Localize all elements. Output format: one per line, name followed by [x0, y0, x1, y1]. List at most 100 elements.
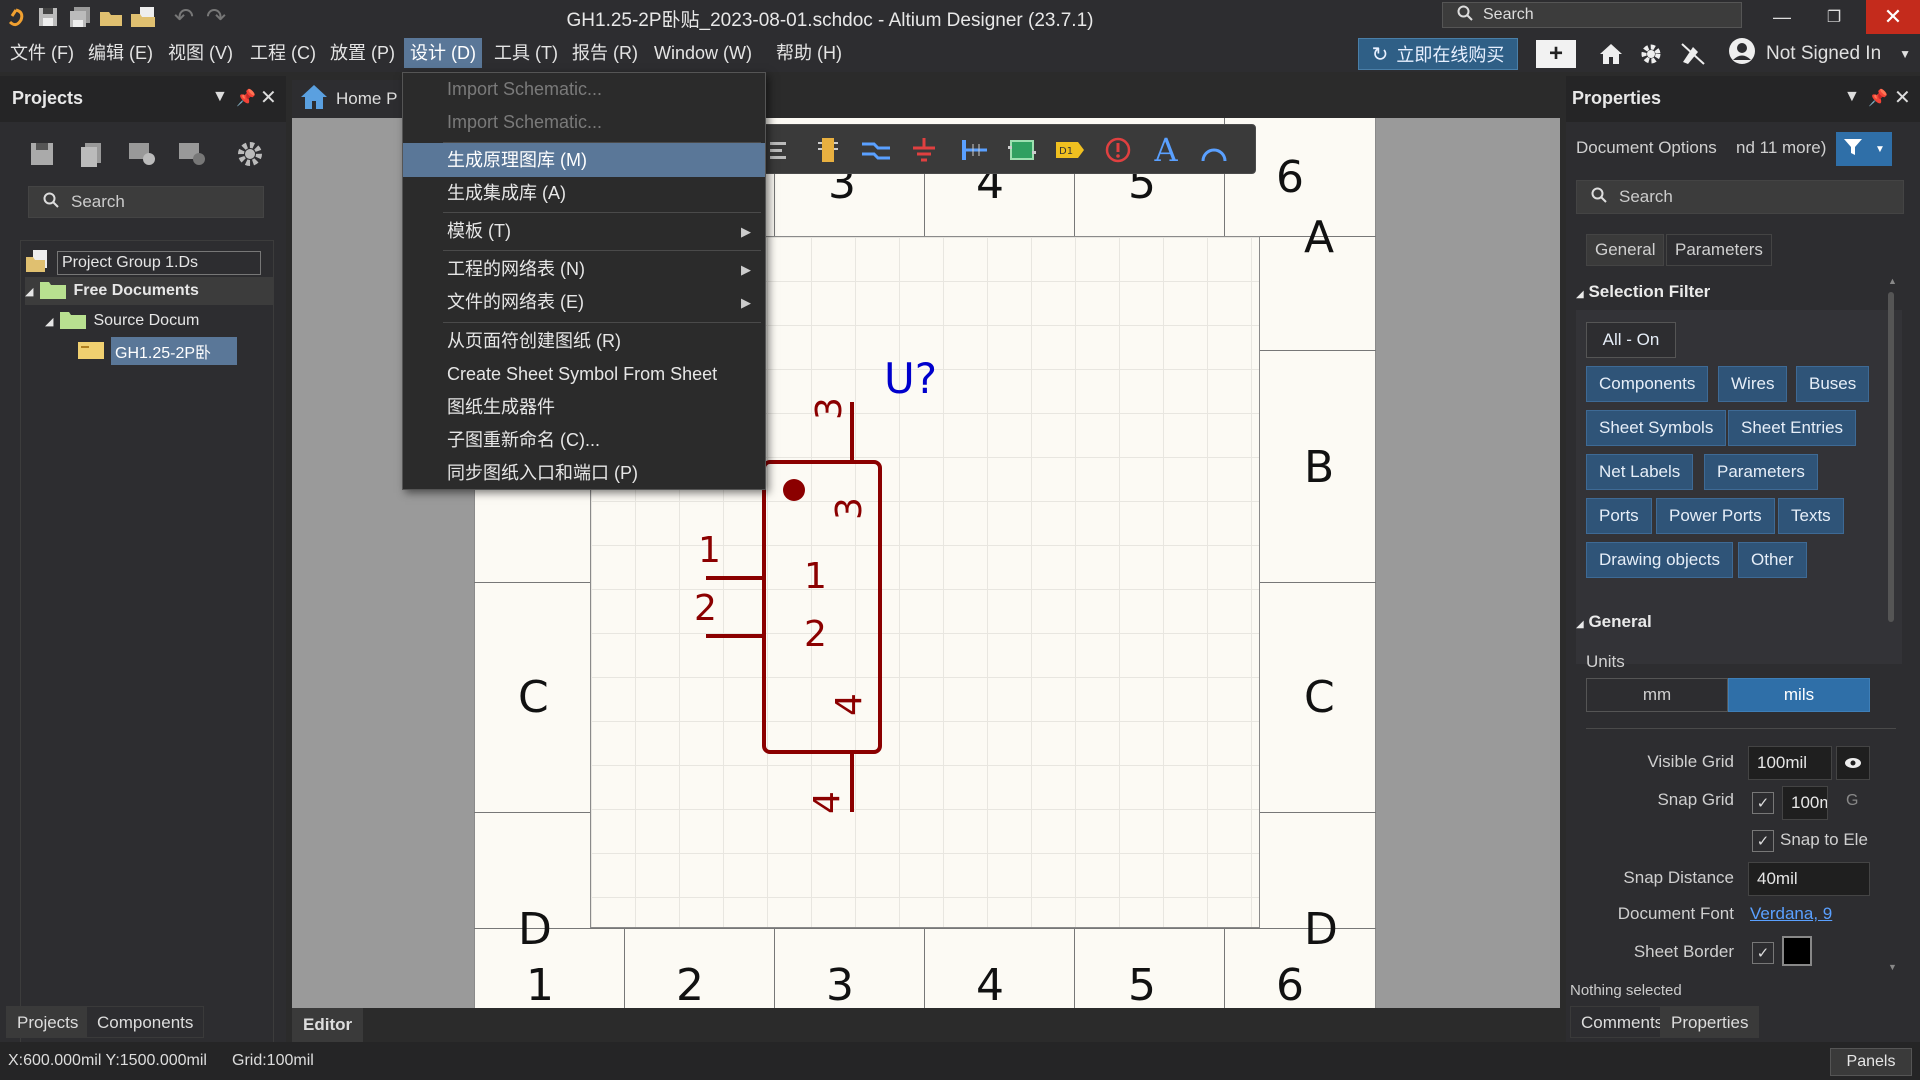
sheet-symbol-icon[interactable]: [1005, 133, 1039, 167]
save-project-icon[interactable]: [24, 136, 60, 172]
projects-search-input[interactable]: Search: [28, 186, 264, 218]
menu-reports[interactable]: 报告 (R): [566, 38, 644, 68]
redo-icon[interactable]: ↷: [200, 2, 232, 32]
filter-net-labels-button[interactable]: Net Labels: [1586, 454, 1694, 490]
close-panel-icon[interactable]: ✕: [260, 85, 277, 110]
filter-parameters-button[interactable]: Parameters: [1704, 454, 1818, 490]
global-search-input[interactable]: Search: [1442, 2, 1742, 28]
visible-grid-input[interactable]: 100mil: [1748, 746, 1832, 780]
buy-online-button[interactable]: ↻ 立即在线购买: [1358, 38, 1518, 70]
filter-texts-button[interactable]: Texts: [1778, 498, 1844, 534]
document-font-link[interactable]: Verdana, 9: [1750, 904, 1832, 924]
align-icon[interactable]: [761, 133, 795, 167]
menu-make-integrated-library[interactable]: 生成集成库 (A): [403, 177, 765, 210]
menu-make-schematic-library[interactable]: 生成原理图库 (M): [403, 143, 765, 177]
restore-button[interactable]: ❐: [1808, 0, 1860, 34]
tab-properties[interactable]: Properties: [1660, 1006, 1760, 1038]
eye-icon[interactable]: [1836, 746, 1870, 780]
compile-icon[interactable]: [74, 136, 110, 172]
menu-edit[interactable]: 编辑 (E): [82, 38, 159, 68]
close-window-button[interactable]: ✕: [1866, 0, 1920, 34]
menu-document-netlist[interactable]: 文件的网络表 (E) ▶: [403, 286, 765, 319]
menu-project-netlist[interactable]: 工程的网络表 (N) ▶: [403, 253, 765, 286]
minimize-button[interactable]: —: [1756, 0, 1808, 34]
filter-all-on-button[interactable]: All - On: [1586, 322, 1676, 358]
port-icon[interactable]: D1: [1053, 133, 1087, 167]
tab-comments[interactable]: Comments: [1570, 1006, 1675, 1038]
tab-general[interactable]: General: [1586, 234, 1665, 266]
menu-sync-sheet-entries[interactable]: 同步图纸入口和端口 (P): [403, 457, 765, 490]
general-section-header[interactable]: ◢ General: [1576, 612, 1652, 632]
settings-gear-icon[interactable]: [232, 136, 268, 172]
tree-free-documents[interactable]: ◢ Free Documents: [25, 277, 273, 305]
menu-file[interactable]: 文件 (F): [4, 38, 80, 68]
menu-create-symbol-from-sheet[interactable]: Create Sheet Symbol From Sheet: [403, 358, 765, 391]
panel-menu-icon[interactable]: ▼: [1844, 88, 1860, 106]
save-icon[interactable]: [32, 2, 64, 32]
menu-create-sheet-from-symbol[interactable]: 从页面符创建图纸 (R): [403, 325, 765, 358]
menu-view[interactable]: 视图 (V): [162, 38, 239, 68]
filter-wires-button[interactable]: Wires: [1718, 366, 1788, 402]
home-icon[interactable]: [1594, 40, 1628, 68]
menu-help[interactable]: 帮助 (H): [770, 38, 848, 68]
extensions-icon[interactable]: [1676, 40, 1710, 68]
menu-window[interactable]: Window (W): [648, 38, 758, 68]
add-icon[interactable]: +: [1536, 40, 1576, 68]
filter-power-ports-button[interactable]: Power Ports: [1656, 498, 1775, 534]
menu-place[interactable]: 放置 (P): [324, 38, 401, 68]
pin-icon[interactable]: 📌: [1868, 88, 1888, 108]
directive-icon[interactable]: [1101, 133, 1135, 167]
tree-schdoc-file[interactable]: GH1.25-2P卧: [77, 337, 267, 365]
tab-editor[interactable]: Editor: [292, 1008, 364, 1042]
place-part-icon[interactable]: [811, 133, 845, 167]
menu-design[interactable]: 设计 (D): [404, 38, 482, 68]
tab-projects[interactable]: Projects: [6, 1006, 90, 1038]
close-panel-icon[interactable]: ✕: [1894, 85, 1911, 110]
project-history-icon[interactable]: [174, 136, 210, 172]
filter-buses-button[interactable]: Buses: [1796, 366, 1870, 402]
snap-grid-input[interactable]: 100m: [1782, 786, 1828, 820]
arc-icon[interactable]: [1197, 133, 1231, 167]
component-designator[interactable]: U?: [884, 354, 937, 403]
project-options-icon[interactable]: [124, 136, 160, 172]
pin-icon[interactable]: 📌: [236, 88, 256, 108]
menu-tools[interactable]: 工具 (T): [488, 38, 564, 68]
sheet-border-color-swatch[interactable]: [1782, 936, 1812, 966]
open-project-icon[interactable]: [128, 2, 160, 32]
tree-source-documents[interactable]: ◢ Source Docum: [45, 307, 199, 335]
power-port-icon[interactable]: [907, 133, 941, 167]
tab-components[interactable]: Components: [86, 1006, 205, 1038]
panels-button[interactable]: Panels: [1830, 1048, 1912, 1076]
properties-scrollbar[interactable]: ▲ ▼: [1886, 276, 1897, 976]
filter-sheet-entries-button[interactable]: Sheet Entries: [1728, 410, 1857, 446]
account-button[interactable]: Not Signed In ▼: [1728, 38, 1911, 68]
home-page-tab[interactable]: Home P: [292, 80, 402, 118]
gear-icon[interactable]: [1634, 40, 1668, 68]
place-wire-icon[interactable]: [859, 133, 893, 167]
filter-button[interactable]: ▼: [1836, 132, 1892, 166]
snap-distance-input[interactable]: 40mil: [1748, 862, 1870, 896]
text-string-icon[interactable]: A: [1149, 131, 1183, 169]
menu-sheet-to-component[interactable]: 图纸生成器件: [403, 391, 765, 424]
snap-grid-checkbox[interactable]: ✓: [1752, 792, 1774, 814]
harness-icon[interactable]: [957, 133, 991, 167]
sheet-border-checkbox[interactable]: ✓: [1752, 942, 1774, 964]
save-all-icon[interactable]: [64, 2, 96, 32]
panel-menu-icon[interactable]: ▼: [212, 88, 228, 106]
units-mils-button[interactable]: mils: [1728, 678, 1870, 712]
filter-ports-button[interactable]: Ports: [1586, 498, 1652, 534]
open-folder-icon[interactable]: [96, 2, 128, 32]
properties-search-input[interactable]: Search: [1576, 180, 1904, 214]
tab-parameters[interactable]: Parameters: [1666, 234, 1772, 266]
snap-to-electrical-checkbox[interactable]: ✓: [1752, 830, 1774, 852]
filter-sheet-symbols-button[interactable]: Sheet Symbols: [1586, 410, 1727, 446]
filter-drawing-objects-button[interactable]: Drawing objects: [1586, 542, 1733, 578]
selection-filter-header[interactable]: ◢ Selection Filter: [1576, 282, 1710, 302]
filter-components-button[interactable]: Components: [1586, 366, 1709, 402]
units-mm-button[interactable]: mm: [1586, 678, 1728, 712]
menu-templates[interactable]: 模板 (T) ▶: [403, 215, 765, 248]
tree-project-group[interactable]: Project Group 1.Ds: [25, 249, 265, 277]
undo-icon[interactable]: ↶: [168, 2, 200, 32]
menu-project[interactable]: 工程 (C): [244, 38, 322, 68]
menu-rename-child-sheet[interactable]: 子图重新命名 (C)...: [403, 424, 765, 457]
